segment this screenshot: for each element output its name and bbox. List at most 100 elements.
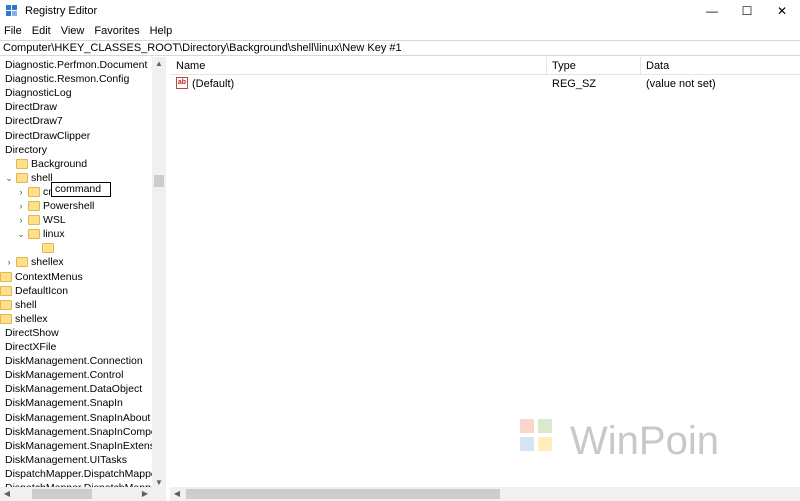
tree-item[interactable]: Diagnostic.Perfmon.Document <box>0 58 152 72</box>
tree-item-label: DiskManagement.SnapInAbout <box>5 411 151 424</box>
close-button[interactable]: ✕ <box>760 0 800 22</box>
tree-item-label: DiskManagement.DataObject <box>5 383 143 396</box>
menu-help[interactable]: Help <box>150 25 173 37</box>
watermark-text: WinPoin <box>570 419 719 463</box>
tree-item[interactable]: DispatchMapper.DispatchMapper <box>0 467 152 481</box>
window-title: Registry Editor <box>25 5 98 17</box>
tree-item-label: Background <box>31 157 88 170</box>
table-row[interactable]: ab (Default) REG_SZ (value not set) <box>170 77 800 91</box>
value-type: REG_SZ <box>552 78 597 90</box>
chevron-down-icon[interactable]: ⌄ <box>4 171 14 185</box>
menu-favorites[interactable]: Favorites <box>94 25 139 37</box>
tree-item-label: DiskManagement.Control <box>5 369 124 382</box>
tree-item-label: DirectShow <box>5 326 59 339</box>
column-header-name[interactable]: Name <box>176 60 205 72</box>
tree-item[interactable]: › Powershell <box>0 199 152 213</box>
folder-icon <box>16 172 28 183</box>
values-horizontal-scroll-thumb[interactable] <box>186 489 500 499</box>
folder-icon <box>28 215 40 226</box>
tree-item[interactable]: DirectDraw7 <box>0 114 152 128</box>
scroll-up-icon[interactable]: ▲ <box>152 57 166 70</box>
tree-item-label: DefaultIcon <box>15 284 69 297</box>
maximize-icon: ☐ <box>741 4 753 18</box>
tree-item[interactable]: DefaultIcon <box>0 284 152 298</box>
tree-item-label: WSL <box>43 214 66 227</box>
tree-item[interactable]: DiskManagement.Connection <box>0 354 152 368</box>
values-horizontal-scrollbar[interactable]: ◀ <box>170 487 800 501</box>
chevron-right-icon[interactable]: › <box>16 185 26 199</box>
chevron-right-icon[interactable]: › <box>4 255 14 269</box>
menu-file[interactable]: File <box>4 25 22 37</box>
menu-view[interactable]: View <box>61 25 85 37</box>
tree-item-label: DiskManagement.Connection <box>5 355 143 368</box>
close-icon: ✕ <box>776 4 788 18</box>
tree-item[interactable]: Background <box>0 157 152 171</box>
rename-key-input[interactable]: command <box>51 182 111 197</box>
tree-item[interactable]: DiskManagement.DataObject <box>0 382 152 396</box>
tree-item[interactable]: DiskManagement.Control <box>0 368 152 382</box>
tree-item-label: shell <box>15 298 37 311</box>
watermark-square <box>538 419 552 433</box>
chevron-right-icon[interactable]: › <box>16 199 26 213</box>
tree-item[interactable]: shell <box>0 298 152 312</box>
tree-item-label: Powershell <box>43 200 95 212</box>
column-header-data[interactable]: Data <box>646 60 669 72</box>
tree-item[interactable]: DiskManagement.SnapInAbout <box>0 411 152 425</box>
tree-item[interactable]: › shellex <box>0 255 152 269</box>
scroll-left-icon[interactable]: ◀ <box>170 487 184 501</box>
tree-item[interactable]: DirectDraw <box>0 100 152 114</box>
folder-icon <box>0 285 12 296</box>
tree-item[interactable]: DiskManagement.SnapInExtension <box>0 439 152 453</box>
menu-edit[interactable]: Edit <box>32 25 51 37</box>
title-bar: Registry Editor — ☐ ✕ <box>0 0 800 22</box>
ab-string-icon: ab <box>176 77 188 89</box>
tree-item-label: DirectDraw <box>5 101 57 114</box>
tree-vertical-scrollbar[interactable]: ▲ ▼ <box>152 57 166 489</box>
tree-item[interactable]: Diagnostic.Resmon.Config <box>0 72 152 86</box>
chevron-down-icon[interactable]: ⌄ <box>16 227 26 241</box>
winpoin-watermark: WinPoin <box>518 415 719 467</box>
tree-item[interactable]: Directory <box>0 143 152 157</box>
address-path[interactable]: Computer\HKEY_CLASSES_ROOT\Directory\Bac… <box>3 42 402 54</box>
tree-horizontal-scroll-thumb[interactable] <box>32 489 92 499</box>
tree-item[interactable]: › WSL <box>0 213 152 227</box>
column-headers: Name Type Data <box>170 57 800 75</box>
tree-item[interactable]: DirectXFile <box>0 340 152 354</box>
folder-icon <box>16 158 28 169</box>
folder-icon <box>28 201 40 211</box>
tree-item[interactable]: DiskManagement.SnapInComponen <box>0 425 152 439</box>
tree-horizontal-scrollbar[interactable]: ◀ ▶ <box>0 487 166 501</box>
tree-item[interactable]: DiskManagement.UITasks <box>0 453 152 467</box>
tree-item-label: shellex <box>15 312 48 325</box>
tree-vertical-scroll-thumb[interactable] <box>154 175 164 187</box>
tree-item-label: DirectDrawClipper <box>5 129 91 142</box>
tree-item[interactable]: DirectDrawClipper <box>0 129 152 143</box>
key-tree[interactable]: Diagnostic.Perfmon.Document Diagnostic.Re… <box>0 57 166 501</box>
tree-item[interactable]: shellex <box>0 312 152 326</box>
menu-bar: File Edit View Favorites Help <box>0 22 800 40</box>
tree-item[interactable]: ⌄ linux <box>0 227 152 241</box>
chevron-right-icon[interactable] <box>30 241 40 255</box>
tree-item[interactable]: DiskManagement.SnapIn <box>0 396 152 410</box>
column-divider[interactable] <box>640 57 641 75</box>
watermark-square <box>520 419 534 433</box>
scroll-left-icon[interactable]: ◀ <box>0 487 14 501</box>
tree-item[interactable]: DirectShow <box>0 326 152 340</box>
folder-icon <box>28 229 40 240</box>
folder-icon <box>0 299 12 310</box>
tree-item[interactable]: ContextMenus <box>0 270 152 284</box>
column-divider[interactable] <box>546 57 547 75</box>
tree-item-label: DispatchMapper.DispatchMapper <box>5 467 152 480</box>
tree-item-label: Directory <box>5 143 48 156</box>
tree-item[interactable] <box>0 241 152 255</box>
chevron-right-icon[interactable] <box>4 157 14 171</box>
value-name: (Default) <box>192 78 235 90</box>
chevron-right-icon[interactable]: › <box>16 213 26 227</box>
column-header-type[interactable]: Type <box>552 60 576 72</box>
folder-icon <box>16 257 28 268</box>
scroll-right-icon[interactable]: ▶ <box>138 487 152 501</box>
watermark-square <box>520 437 534 451</box>
address-bar[interactable]: Computer\HKEY_CLASSES_ROOT\Directory\Bac… <box>0 40 800 56</box>
folder-icon <box>0 313 12 324</box>
tree-item[interactable]: DiagnosticLog <box>0 86 152 100</box>
